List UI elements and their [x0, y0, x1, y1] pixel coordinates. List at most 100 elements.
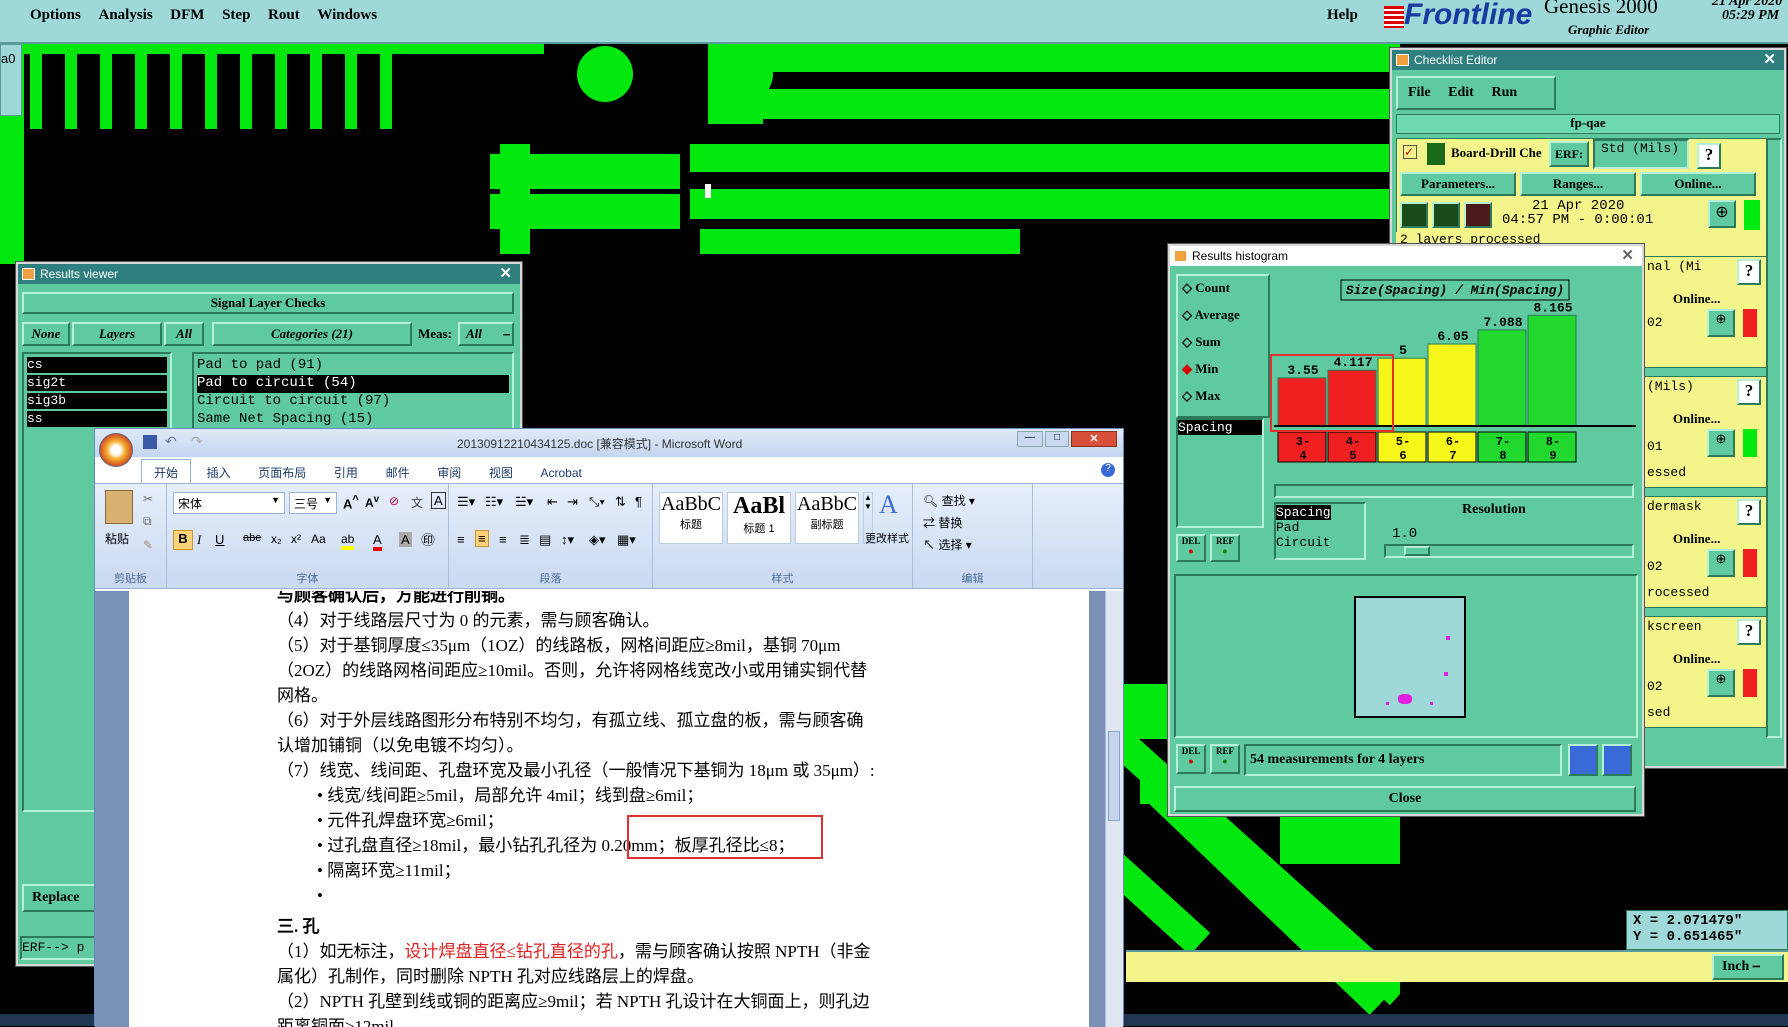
help-button[interactable]: ? — [1737, 499, 1761, 525]
menu-run[interactable]: Run — [1491, 85, 1517, 100]
numbering-icon[interactable]: ☷▾ — [485, 494, 503, 510]
export-icon[interactable] — [1568, 744, 1598, 776]
distribute-icon[interactable]: ▤ — [539, 532, 551, 548]
report-icon[interactable] — [1602, 744, 1632, 776]
layer-item[interactable]: sig3b — [27, 393, 167, 409]
clear-format-icon[interactable]: ⊘ — [389, 494, 399, 508]
resolution-slider[interactable] — [1384, 544, 1634, 558]
erf-value[interactable]: Std (Mils) — [1593, 139, 1689, 169]
tab-home[interactable]: 开始 — [141, 459, 192, 485]
borders-icon[interactable]: ▦▾ — [617, 532, 636, 548]
ranges-button[interactable]: Ranges... — [1520, 172, 1636, 196]
online-button[interactable]: Online... — [1673, 531, 1720, 547]
zoom-icon[interactable]: ⊕ — [1707, 549, 1735, 577]
multilevel-icon[interactable]: ☱▾ — [515, 494, 533, 510]
close-button[interactable]: Close — [1174, 786, 1636, 812]
tab-view[interactable]: 视图 — [477, 460, 525, 485]
del-button[interactable]: DEL ● — [1176, 744, 1206, 774]
runner-stop-icon[interactable] — [1464, 202, 1492, 228]
checkbox-icon[interactable]: ✓ — [1403, 145, 1417, 159]
enclose-char-icon[interactable]: ㊞ — [421, 530, 435, 550]
tab-layout[interactable]: 页面布局 — [246, 460, 318, 485]
superscript-icon[interactable]: x² — [291, 532, 301, 546]
zoom-icon[interactable]: ⊕ — [1707, 429, 1735, 457]
checklist-row-5[interactable]: kscreen ? Online... 02 ⊕ sed — [1642, 616, 1774, 728]
qat-redo-icon[interactable]: ↷ — [191, 433, 203, 450]
chinese-layout-icon[interactable]: ⤡▾ — [589, 494, 605, 510]
help-button[interactable]: ? — [1737, 619, 1761, 645]
category-item[interactable]: Circuit to circuit (97) — [197, 393, 509, 411]
tab-mailings[interactable]: 邮件 — [374, 460, 422, 485]
online-button[interactable]: Online... — [1640, 172, 1756, 196]
highlight-icon[interactable]: ab — [341, 532, 355, 550]
select-button[interactable]: ↖ 选择 ▾ — [923, 536, 972, 553]
italic-icon[interactable]: I — [197, 532, 201, 548]
none-button[interactable]: None — [22, 322, 70, 346]
char-border-icon[interactable]: A — [431, 492, 446, 509]
justify-icon[interactable]: ≣ — [519, 532, 530, 548]
bold-icon[interactable]: B — [173, 530, 193, 550]
runner-icon[interactable] — [1400, 202, 1428, 228]
font-size-select[interactable]: 三号 ▼ — [289, 492, 337, 514]
meas-dropdown[interactable]: All ⎯ — [458, 322, 514, 346]
close-icon[interactable]: ✕ — [499, 264, 512, 284]
strikethrough-icon[interactable]: abe — [243, 532, 261, 544]
parameters-button[interactable]: Parameters... — [1400, 172, 1516, 196]
font-color-icon[interactable]: A — [373, 532, 382, 551]
categories-button[interactable]: Categories (21) — [212, 322, 412, 346]
measure-list[interactable]: Spacing — [1176, 418, 1264, 528]
bullets-icon[interactable]: ☰▾ — [457, 494, 475, 510]
menu-step[interactable]: Step — [222, 7, 250, 24]
phonetic-icon[interactable]: 文 — [411, 494, 423, 511]
align-right-icon[interactable]: ≡ — [499, 532, 507, 547]
cut-icon[interactable]: ✂ — [143, 492, 153, 506]
align-center-icon[interactable]: ≡ — [475, 530, 489, 547]
help-button[interactable]: ? — [1737, 379, 1761, 405]
checklist-titlebar[interactable]: Checklist Editor ✕ — [1392, 50, 1784, 70]
char-shading-icon[interactable]: A — [399, 532, 412, 547]
qat-undo-icon[interactable]: ↶ — [165, 433, 177, 450]
style-title[interactable]: AaBbC 标题 — [659, 492, 723, 544]
menu-help[interactable]: Help — [1327, 7, 1358, 24]
res-item[interactable]: Circuit — [1276, 535, 1364, 550]
menu-file[interactable]: File — [1408, 85, 1431, 100]
subscript-icon[interactable]: x₂ — [271, 532, 282, 546]
shrink-font-icon[interactable]: Av — [365, 494, 379, 510]
unit-dropdown[interactable]: Inch ⎯ — [1712, 954, 1784, 980]
chart-scrollbar[interactable] — [1274, 484, 1634, 498]
checklist-scrollbar[interactable] — [1766, 138, 1782, 738]
tab-insert[interactable]: 插入 — [195, 460, 243, 485]
close-icon[interactable]: ✕ — [1621, 246, 1634, 266]
option-min-selected[interactable]: ◆ Min — [1178, 361, 1268, 388]
menu-analysis[interactable]: Analysis — [98, 7, 152, 24]
layer-item[interactable]: sig2t — [27, 375, 167, 391]
change-styles-label[interactable]: 更改样式 — [865, 530, 909, 546]
checklist-row-3[interactable]: (Mils) ? Online... 01 ⊕ essed — [1642, 376, 1774, 488]
scroll-thumb[interactable] — [1108, 731, 1120, 821]
vertical-scrollbar[interactable] — [1105, 591, 1123, 1027]
option-count[interactable]: ◇ Count — [1178, 280, 1268, 307]
online-button[interactable]: Online... — [1673, 651, 1720, 667]
zoom-icon[interactable]: ⊕ — [1707, 669, 1735, 697]
office-button-icon[interactable] — [99, 433, 133, 467]
results-viewer-titlebar[interactable]: Results viewer ✕ — [18, 264, 520, 284]
font-name-select[interactable]: 宋体 ▼ — [173, 492, 285, 514]
layer-item[interactable]: ss — [27, 411, 167, 427]
style-subtitle[interactable]: AaBbC 副标题 — [795, 492, 859, 544]
category-item[interactable]: Same Net Spacing (15) — [197, 411, 509, 429]
help-button[interactable]: ? — [1697, 143, 1721, 169]
close-icon[interactable]: ✕ — [1763, 50, 1776, 70]
ref-button[interactable]: REF ● — [1210, 744, 1240, 774]
histogram-titlebar[interactable]: Results histogram ✕ — [1170, 246, 1642, 266]
word-titlebar[interactable]: ↶ ↷ 20130912210434125.doc [兼容模式] - Micro… — [95, 429, 1123, 467]
document-page[interactable]: 与顾客确认后，方能进行削铜。 （4）对于线路层尺寸为 0 的元素，需与顾客确认。… — [129, 591, 1089, 1027]
all-button[interactable]: All — [164, 322, 204, 346]
res-item[interactable]: Pad — [1276, 520, 1364, 535]
checklist-row-2[interactable]: nal (Mi ? Online... 02 ⊕ — [1642, 256, 1774, 368]
option-average[interactable]: ◇ Average — [1178, 307, 1268, 334]
show-marks-icon[interactable]: ¶ — [635, 494, 642, 509]
runner-icon[interactable] — [1432, 202, 1460, 228]
ref-button[interactable]: REF ● — [1210, 534, 1240, 562]
online-button[interactable]: Online... — [1673, 291, 1720, 307]
measure-item-selected[interactable]: Spacing — [1178, 420, 1262, 435]
